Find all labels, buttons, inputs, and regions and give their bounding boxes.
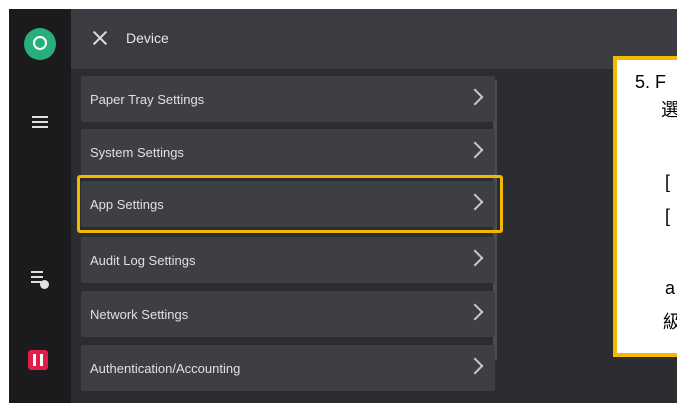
callout-line-1: 5. F [635, 72, 667, 92]
row-label: Paper Tray Settings [90, 92, 205, 107]
chevron-right-icon [466, 357, 484, 375]
authentication-accounting-row[interactable]: Authentication/Accounting [81, 345, 495, 391]
system-settings-row[interactable]: System Settings [81, 129, 495, 175]
audit-log-settings-row[interactable]: Audit Log Settings [81, 237, 495, 283]
chevron-right-icon [466, 249, 484, 267]
network-settings-row[interactable]: Network Settings [81, 291, 495, 337]
user-avatar-icon[interactable] [24, 28, 56, 60]
chevron-right-icon [466, 141, 484, 159]
callout-line-3: [ [665, 172, 671, 192]
highlight-box [77, 175, 503, 233]
header-title: Device [126, 30, 169, 46]
chevron-right-icon [466, 303, 484, 321]
row-label: Network Settings [90, 307, 189, 322]
row-label: Authentication/Accounting [90, 361, 241, 376]
job-status-icon[interactable] [30, 268, 50, 290]
chevron-right-icon [466, 88, 484, 106]
callout-line-2: 選 [661, 100, 677, 120]
instruction-callout: 5. F 選 [ [ a 級 [613, 56, 677, 357]
callout-line-4: [ [665, 206, 671, 226]
stop-icon[interactable] [28, 350, 48, 370]
callout-line-5: a [665, 278, 676, 298]
top-band [0, 0, 677, 9]
paper-tray-settings-row[interactable]: Paper Tray Settings [81, 76, 495, 122]
transfer-icon[interactable] [30, 112, 50, 132]
left-rail [9, 9, 71, 403]
callout-line-6: 級 [663, 312, 677, 332]
row-label: System Settings [90, 145, 184, 160]
row-label: Audit Log Settings [90, 253, 196, 268]
close-icon[interactable] [88, 26, 112, 50]
